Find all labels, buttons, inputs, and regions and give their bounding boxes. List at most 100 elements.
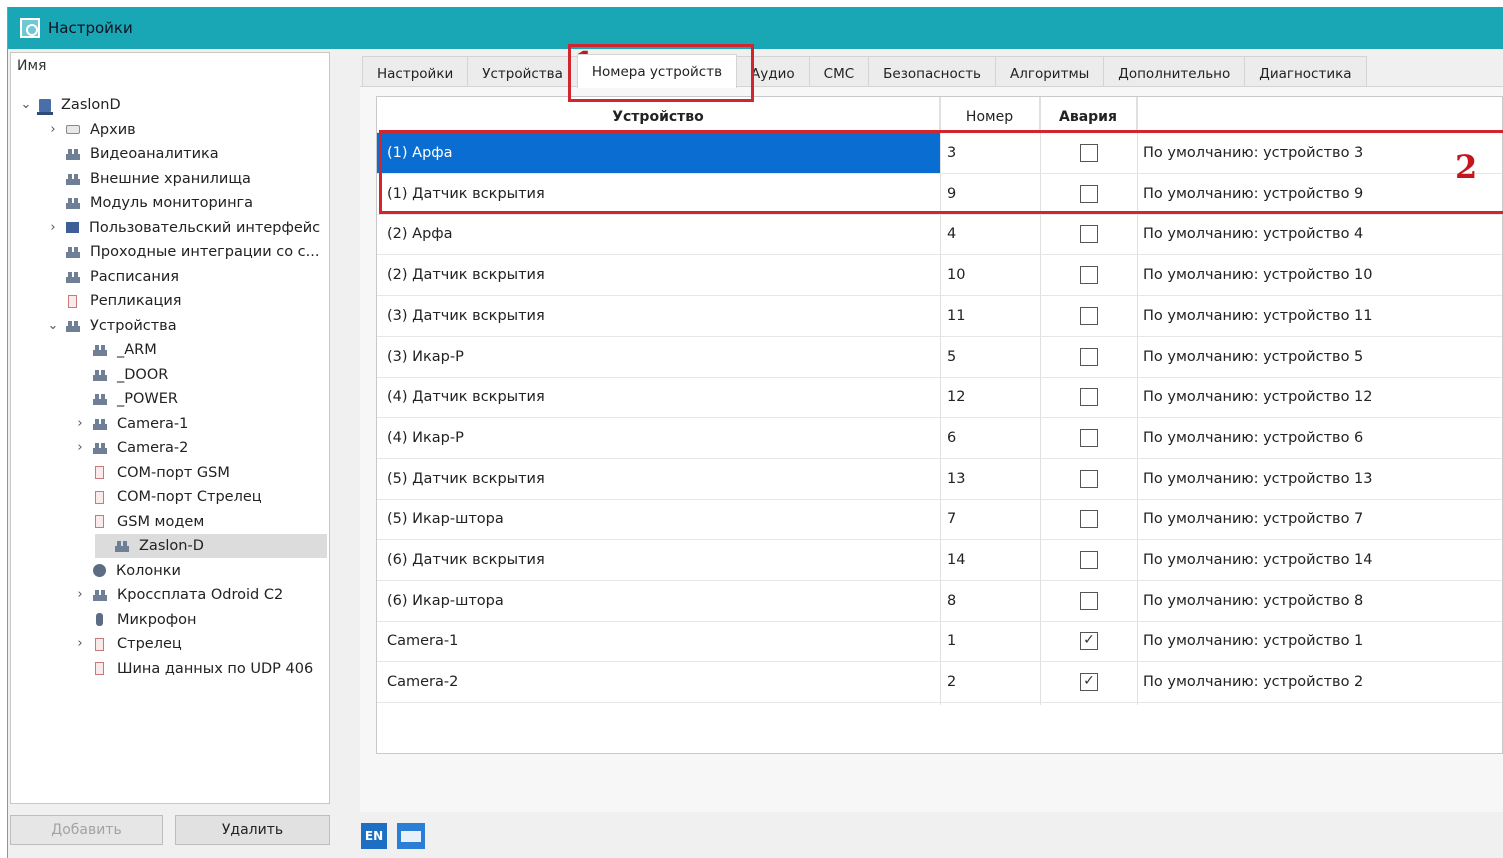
number-cell[interactable]: 2 xyxy=(947,662,956,702)
device-cell[interactable]: (2) Датчик вскрытия xyxy=(377,255,940,295)
chevron-right-icon[interactable]: › xyxy=(73,632,87,656)
tree-item[interactable]: Проходные интеграции со с... xyxy=(46,240,319,264)
device-cell[interactable]: (3) Икар-Р xyxy=(377,337,940,377)
tree-item[interactable]: › Пользовательский интерфейс xyxy=(46,216,320,240)
number-cell[interactable]: 11 xyxy=(947,296,965,336)
table-row[interactable]: (4) Датчик вскрытия 12 По умолчанию: устро… xyxy=(377,377,1502,419)
table-row[interactable]: (3) Икар-Р 5 По умолчанию: устройство 5 xyxy=(377,337,1502,378)
number-cell[interactable]: 1 xyxy=(947,621,956,661)
table-row[interactable]: (2) Арфа 4 По умолчанию: устройство 4 xyxy=(377,214,1502,256)
device-cell[interactable]: (6) Датчик вскрытия xyxy=(377,540,940,580)
tree-item[interactable]: › Архив xyxy=(46,118,135,142)
alarm-checkbox[interactable] xyxy=(1080,551,1098,569)
tree-item[interactable]: ⌄ Устройства xyxy=(46,314,177,338)
tree-item[interactable]: COM-порт GSM xyxy=(73,461,230,485)
tree-item[interactable]: COM-порт Стрелец xyxy=(73,485,262,509)
tree-item[interactable]: › Camera-1 xyxy=(73,412,188,436)
table-row[interactable]: Camera-1 1 ✓ По умолчанию: устройство 1 xyxy=(377,621,1502,663)
column-header-alarm[interactable]: Авария xyxy=(1040,97,1137,133)
tree-item[interactable]: Zaslon-D xyxy=(95,534,327,558)
tab-0[interactable]: Настройки xyxy=(362,56,469,88)
alarm-checkbox[interactable]: ✓ xyxy=(1080,632,1098,651)
chevron-right-icon[interactable]: › xyxy=(73,412,87,436)
table-row[interactable]: (3) Датчик вскрытия 11 По умолчанию: устро… xyxy=(377,296,1502,337)
keyboard-icon[interactable] xyxy=(397,823,425,849)
tree-item[interactable]: Видеоаналитика xyxy=(46,142,219,166)
table-row[interactable]: (5) Икар-штора 7 По умолчанию: устройство … xyxy=(377,499,1502,541)
device-cell[interactable]: (4) Икар-Р xyxy=(377,418,940,458)
table-row[interactable]: (6) Икар-штора 8 По умолчанию: устройство … xyxy=(377,581,1502,622)
chevron-right-icon[interactable]: › xyxy=(73,583,87,607)
group-icon xyxy=(93,442,107,454)
number-cell[interactable]: 4 xyxy=(947,214,956,254)
column-header-number[interactable]: Номер xyxy=(940,97,1040,133)
chevron-right-icon[interactable]: › xyxy=(46,118,60,142)
tab-7[interactable]: Дополнительно xyxy=(1103,56,1246,88)
device-cell[interactable]: (2) Арфа xyxy=(377,214,940,254)
number-cell[interactable]: 10 xyxy=(947,255,965,295)
alarm-checkbox[interactable] xyxy=(1080,347,1098,366)
number-cell[interactable]: 12 xyxy=(947,377,965,417)
alarm-checkbox[interactable] xyxy=(1080,469,1098,488)
tab-6[interactable]: Алгоритмы xyxy=(995,56,1105,88)
tab-2[interactable]: Номера устройств xyxy=(576,54,738,88)
number-cell[interactable]: 13 xyxy=(947,459,965,499)
add-button[interactable]: Добавить xyxy=(10,815,163,845)
tab-1[interactable]: Устройства xyxy=(467,56,578,88)
chevron-right-icon[interactable]: › xyxy=(46,216,60,240)
device-cell[interactable]: (5) Датчик вскрытия xyxy=(377,459,940,499)
tree-item[interactable]: Репликация xyxy=(46,289,182,313)
alarm-checkbox[interactable] xyxy=(1080,388,1098,407)
language-button[interactable]: EN xyxy=(361,823,387,849)
tree-item[interactable]: › Стрелец xyxy=(73,632,181,656)
number-cell[interactable]: 6 xyxy=(947,418,956,458)
tab-5[interactable]: Безопасность xyxy=(868,56,997,88)
chevron-down-icon[interactable]: ⌄ xyxy=(19,93,33,117)
device-cell[interactable]: Camera-2 xyxy=(377,662,940,702)
alarm-checkbox[interactable] xyxy=(1080,266,1098,285)
tree-item[interactable]: ⌄ ZaslonD xyxy=(19,93,121,117)
tree-item[interactable]: _DOOR xyxy=(73,363,168,387)
table-row[interactable]: Camera-2 2 ✓ По умолчанию: устройство 2 xyxy=(377,662,1502,704)
chevron-right-icon[interactable]: › xyxy=(73,436,87,460)
alarm-checkbox[interactable] xyxy=(1080,225,1098,244)
tree-item[interactable]: Внешние хранилища xyxy=(46,167,251,191)
number-cell[interactable]: 8 xyxy=(947,581,956,621)
device-cell[interactable]: (5) Икар-штора xyxy=(377,499,940,539)
alarm-checkbox[interactable] xyxy=(1080,428,1098,447)
column-header-device[interactable]: Устройство xyxy=(377,97,940,133)
device-cell[interactable]: (3) Датчик вскрытия xyxy=(377,296,940,336)
tree-item[interactable]: _POWER xyxy=(73,387,178,411)
tree-item[interactable]: Модуль мониторинга xyxy=(46,191,253,215)
default-cell: По умолчанию: устройство 8 xyxy=(1143,592,1364,609)
alarm-checkbox[interactable] xyxy=(1080,510,1098,529)
tree-item[interactable]: GSM модем xyxy=(73,510,204,534)
chevron-down-icon[interactable]: ⌄ xyxy=(46,314,60,338)
device-cell[interactable]: Camera-1 xyxy=(377,621,940,661)
number-cell[interactable]: 5 xyxy=(947,337,956,377)
tree-item[interactable]: _ARM xyxy=(73,338,157,362)
tree-item[interactable]: Колонки xyxy=(73,559,181,583)
tree-item[interactable]: Расписания xyxy=(46,265,179,289)
device-cell[interactable]: (4) Датчик вскрытия xyxy=(377,377,940,417)
table-row[interactable]: (5) Датчик вскрытия 13 По умолчанию: устро… xyxy=(377,459,1502,500)
number-cell[interactable]: 14 xyxy=(947,540,965,580)
tab-8[interactable]: Диагностика xyxy=(1244,56,1367,88)
tree-item[interactable]: › Кросcплата Odroid C2 xyxy=(73,583,283,607)
alarm-checkbox[interactable] xyxy=(1080,306,1098,325)
tree-column-header[interactable]: Имя xyxy=(11,53,329,79)
table-row[interactable]: (6) Датчик вскрытия 14 По умолчанию: устро… xyxy=(377,540,1502,581)
column-header-default[interactable] xyxy=(1137,97,1503,133)
table-row[interactable]: (4) Икар-Р 6 По умолчанию: устройство 6 xyxy=(377,418,1502,459)
tab-4[interactable]: СМС xyxy=(808,56,870,88)
monitor-icon xyxy=(66,222,79,233)
tree-item[interactable]: Микрофон xyxy=(73,608,197,632)
alarm-checkbox[interactable]: ✓ xyxy=(1080,673,1098,692)
alarm-checkbox[interactable] xyxy=(1080,591,1098,610)
table-row[interactable]: (2) Датчик вскрытия 10 По умолчанию: устро… xyxy=(377,255,1502,297)
number-cell[interactable]: 7 xyxy=(947,499,956,539)
device-cell[interactable]: (6) Икар-штора xyxy=(377,581,940,621)
tree-item[interactable]: Шина данных по UDP 406 xyxy=(73,657,313,681)
delete-button[interactable]: Удалить xyxy=(175,815,330,845)
tree-item[interactable]: › Camera-2 xyxy=(73,436,188,460)
